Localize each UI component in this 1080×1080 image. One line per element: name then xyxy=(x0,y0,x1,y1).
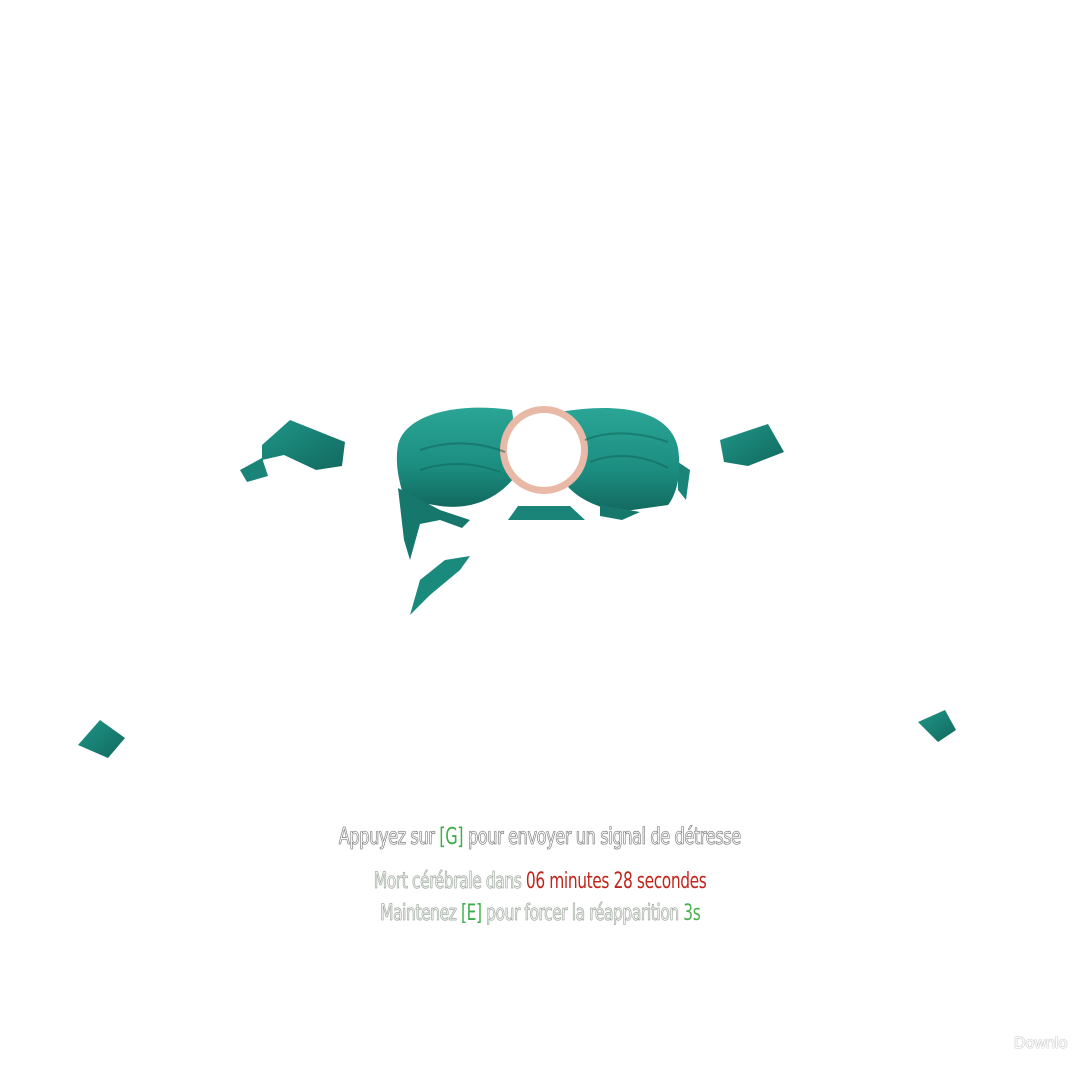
watermark: Downlo xyxy=(1014,1035,1068,1052)
left-strap-fragment xyxy=(240,458,268,482)
game-viewport: Appuyez sur [G] pour envoyer un signal d… xyxy=(0,0,1080,1080)
right-side-fragment xyxy=(918,710,956,742)
right-strap xyxy=(720,424,784,466)
ring-hole xyxy=(507,413,581,487)
respawn-prompt: Maintenez [E] pour forcer la réapparitio… xyxy=(0,901,1080,927)
left-underband xyxy=(410,556,470,615)
death-prefix: Mort cérébrale dans xyxy=(373,869,526,895)
respawn-prefix: Maintenez xyxy=(379,901,461,927)
left-side-fragment xyxy=(78,720,125,758)
right-strap-fragment xyxy=(678,462,690,500)
respawn-key: [E] xyxy=(460,901,482,926)
left-strap xyxy=(262,420,345,470)
distress-key: [G] xyxy=(439,824,464,850)
distress-prefix: Appuyez sur xyxy=(338,824,440,851)
death-countdown: 06 minutes 28 secondes xyxy=(525,869,707,894)
respawn-middle: pour forcer la réapparition xyxy=(481,901,684,927)
center-band xyxy=(508,506,585,520)
distress-suffix: pour envoyer un signal de détresse xyxy=(463,824,742,851)
brain-death-timer: Mort cérébrale dans 06 minutes 28 second… xyxy=(0,869,1080,895)
respawn-hold-time: 3s xyxy=(683,901,701,926)
distress-signal-prompt: Appuyez sur [G] pour envoyer un signal d… xyxy=(0,824,1080,851)
